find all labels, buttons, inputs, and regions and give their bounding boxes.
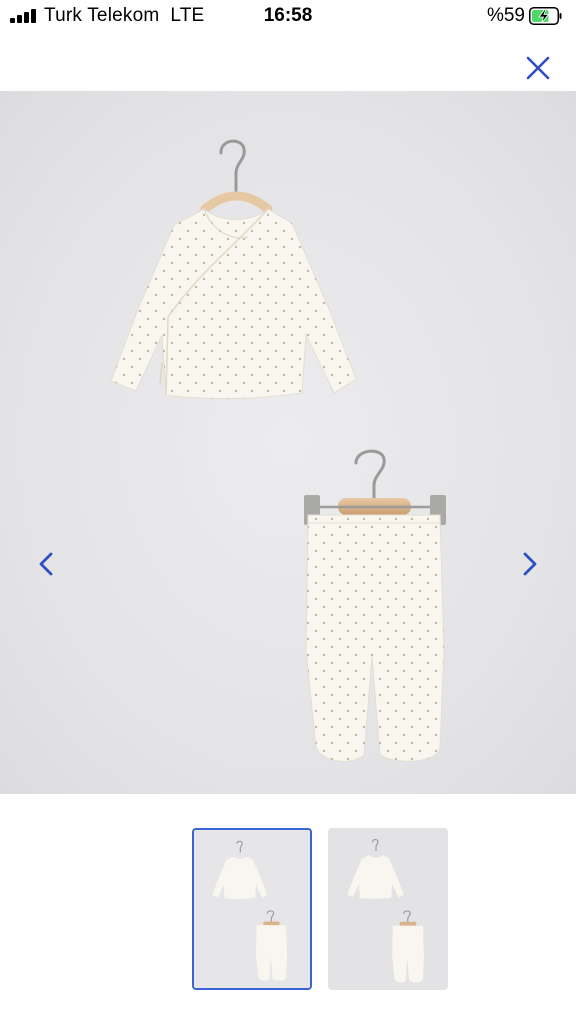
close-icon[interactable] <box>522 52 554 84</box>
battery-percentage: %59 <box>486 5 525 26</box>
hanger-bottom <box>304 449 446 525</box>
status-bar: Turk Telekom LTE 16:58 %59 <box>0 0 576 34</box>
thumbnail-selected[interactable] <box>192 828 312 990</box>
product-image-viewer[interactable] <box>0 91 576 794</box>
chevron-left-icon[interactable] <box>32 549 62 579</box>
battery-charging-icon <box>529 7 562 25</box>
thumbnail-image <box>194 830 310 988</box>
thumbnail-image <box>328 828 448 990</box>
chevron-right-icon[interactable] <box>514 549 544 579</box>
wrap-top-garment <box>110 208 357 400</box>
product-image <box>110 139 446 762</box>
hanger-top <box>200 139 273 214</box>
footed-pants-garment <box>305 514 445 762</box>
thumbnail-item[interactable] <box>328 828 448 990</box>
thumbnail-strip <box>0 828 576 990</box>
